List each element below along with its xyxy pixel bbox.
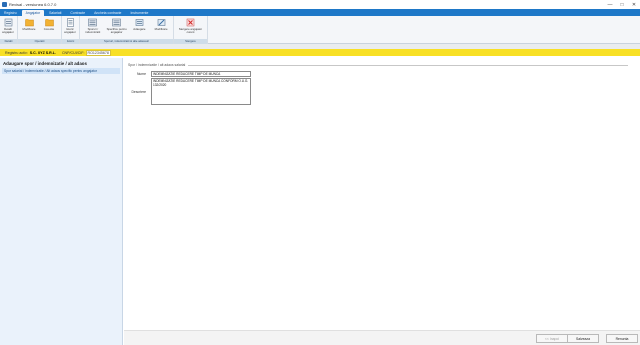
back-button[interactable]: << Inapoi bbox=[536, 334, 568, 343]
modify-icon bbox=[157, 18, 166, 27]
modify-employer-button[interactable]: Modificare bbox=[19, 17, 39, 38]
add-icon bbox=[135, 18, 144, 27]
footer-bar: << Inapoi Salveaza Renunta bbox=[124, 330, 640, 345]
modify-label: Modificare bbox=[22, 27, 36, 31]
left-panel: Adaugare spor / indemnizatie / alt adaos… bbox=[0, 58, 123, 345]
add-allowance-button[interactable]: Adaugare bbox=[128, 17, 150, 38]
history-button[interactable]: Istoric angajator bbox=[63, 17, 77, 38]
group-detalii: Detalii angajator Detalii bbox=[0, 16, 18, 44]
ribbon-tabs: Registru Angajator Salariati Contracte A… bbox=[0, 9, 640, 16]
description-label: Descriere bbox=[131, 90, 146, 94]
history-icon bbox=[66, 18, 75, 27]
minimize-button[interactable]: — bbox=[604, 0, 616, 9]
details-icon bbox=[4, 18, 13, 27]
title-bar: Revisal - versiunea 6.0.7.0 — □ ✕ bbox=[0, 0, 640, 9]
allowance-list-icon bbox=[88, 18, 98, 27]
list-item[interactable]: Spor salarial / Indemnizatie / Alt adaos… bbox=[2, 68, 120, 74]
correction-label: Corectie bbox=[43, 27, 55, 31]
correction-folder-icon bbox=[44, 18, 54, 27]
modify-allowance-button[interactable]: Modificare bbox=[150, 17, 172, 38]
group-istoric: Istoric angajator Istoric bbox=[62, 16, 80, 44]
section-title: Spor / indemnizatie / alt adaos salarial bbox=[128, 63, 186, 67]
delete-icon bbox=[186, 18, 195, 27]
ribbon: Detalii angajator Detalii Modificare Cor… bbox=[0, 16, 640, 44]
group-operatii: Modificare Corectie Operatii bbox=[18, 16, 62, 44]
employer-label: Registru activ: bbox=[5, 50, 28, 55]
name-label: Nume bbox=[136, 72, 146, 76]
cancel-button[interactable]: Renunta bbox=[606, 334, 638, 343]
specific-list-icon bbox=[112, 18, 121, 27]
details-label: Detalii angajator bbox=[2, 27, 14, 34]
form-area: Spor / indemnizatie / alt adaos salarial… bbox=[124, 58, 640, 330]
group-sporuri: Sporuri / indemnizatii Specifice pentru … bbox=[80, 16, 174, 44]
add-label: Adaugare bbox=[133, 27, 146, 31]
app-icon bbox=[2, 2, 7, 7]
close-button[interactable]: ✕ bbox=[628, 0, 640, 9]
name-field[interactable]: INDEMNIZATIE REDUCERE TIMP DE MUNCA bbox=[151, 71, 251, 77]
maximize-button[interactable]: □ bbox=[616, 0, 628, 9]
divider bbox=[188, 64, 628, 66]
history-label: Istoric angajator bbox=[64, 27, 76, 34]
specific-label: Specifice pentru angajator bbox=[106, 27, 127, 34]
save-button[interactable]: Salveaza bbox=[567, 334, 599, 343]
group-stergere: Stergere angajator curent Stergere bbox=[174, 16, 208, 44]
edit-folder-icon bbox=[24, 18, 34, 27]
specific-allowances-button[interactable]: Specifice pentru angajator bbox=[105, 17, 129, 38]
modify-allowance-label: Modificare bbox=[154, 27, 168, 31]
allowances-button[interactable]: Sporuri / indemnizatii bbox=[81, 17, 105, 38]
section-header: Spor / indemnizatie / alt adaos salarial bbox=[128, 63, 628, 67]
window-title: Revisal - versiunea 6.0.7.0 bbox=[9, 2, 57, 7]
details-button[interactable]: Detalii angajator bbox=[1, 17, 15, 38]
panel-title: Adaugare spor / indemnizatie / alt adaos bbox=[3, 61, 87, 66]
employer-name: S.C. XYZ S.R.L. bbox=[29, 50, 56, 55]
allowances-label: Sporuri / indemnizatii bbox=[85, 27, 101, 34]
fiscal-code-label: CNP/CUI/CIF: bbox=[61, 50, 85, 55]
delete-employer-button[interactable]: Stergere angajator curent bbox=[175, 17, 206, 38]
fiscal-code-value: RO12345678 bbox=[85, 49, 111, 56]
description-field[interactable]: INDEMNIZATIE REDUCERE TIMP DE MUNCA CONF… bbox=[151, 78, 251, 105]
active-employer-bar: Registru activ: S.C. XYZ S.R.L. CNP/CUI/… bbox=[0, 49, 640, 56]
window-controls: — □ ✕ bbox=[604, 0, 640, 9]
correction-button[interactable]: Corectie bbox=[39, 17, 59, 38]
delete-label: Stergere angajator curent bbox=[178, 27, 203, 34]
